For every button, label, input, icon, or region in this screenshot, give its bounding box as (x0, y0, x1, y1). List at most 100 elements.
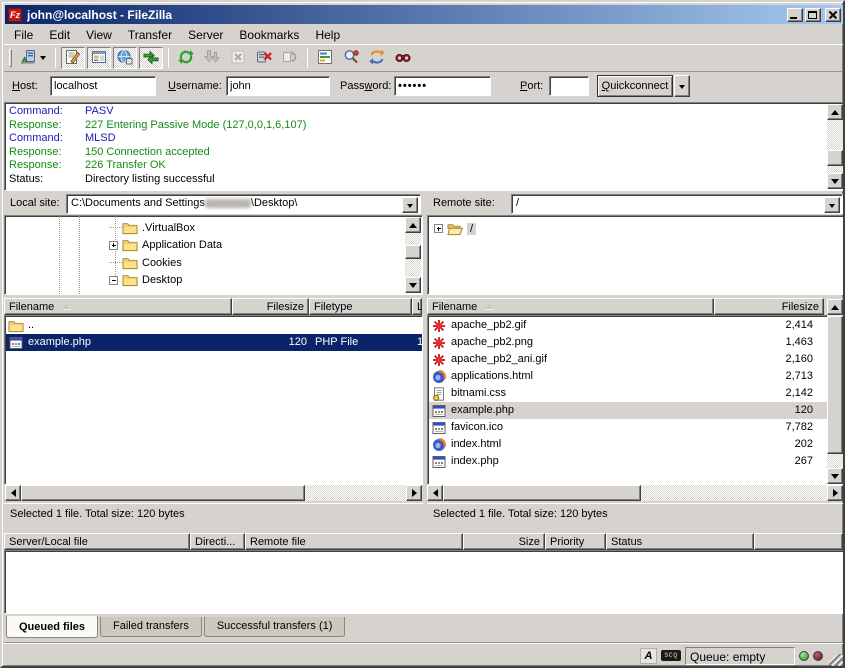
close-button[interactable] (825, 8, 841, 22)
menu-view[interactable]: View (78, 26, 120, 44)
column-header-priority[interactable]: Priority (545, 533, 606, 550)
file-size-cell: 267 (716, 453, 813, 470)
transfer-type-indicator-icon[interactable]: A (640, 648, 657, 664)
title-bar[interactable]: Fz john@localhost - FileZilla (5, 5, 844, 24)
remote-file-row[interactable]: apache_pb2_ani.gif2,160 (429, 351, 828, 368)
remote-list-header: FilenameFilesize (427, 298, 845, 315)
remote-list-scrollbar[interactable] (827, 299, 843, 484)
resize-grip[interactable] (829, 654, 843, 668)
remote-list-h-scroll-right-button[interactable] (827, 485, 843, 501)
remote-list-scroll-down-button[interactable] (827, 468, 843, 484)
tab-successful-transfers-1-[interactable]: Successful transfers (1) (204, 617, 346, 637)
log-scroll-thumb[interactable] (827, 150, 843, 166)
directory-listing-filters-button[interactable] (313, 47, 337, 69)
local-tree-scroll-up-button[interactable] (405, 217, 421, 233)
tree-expander-plus-icon[interactable] (109, 241, 118, 250)
remote-list-h-scroll-thumb[interactable] (443, 485, 641, 501)
tree-expander-minus-icon[interactable] (109, 276, 118, 285)
find-files-button[interactable] (391, 47, 415, 69)
column-header-server-local-file[interactable]: Server/Local file (4, 533, 190, 550)
port-input[interactable] (549, 76, 589, 96)
remote-file-row[interactable]: apache_pb2.gif2,414 (429, 317, 828, 334)
local-list-h-scrollbar[interactable] (5, 485, 422, 501)
process-queue-button[interactable] (200, 47, 224, 69)
dropdown-arrow-icon[interactable] (40, 56, 46, 63)
menu-edit[interactable]: Edit (41, 26, 78, 44)
local-tree-scrollbar[interactable] (405, 217, 421, 293)
remote-site-dropdown-icon[interactable] (824, 197, 840, 213)
menu-help[interactable]: Help (307, 26, 348, 44)
log-scrollbar[interactable] (827, 104, 843, 189)
remote-list-scroll-thumb[interactable] (827, 316, 843, 454)
local-file-row[interactable]: .. (6, 317, 423, 334)
column-header-directi-[interactable]: Directi... (190, 533, 245, 550)
remote-file-row[interactable]: index.php267 (429, 453, 828, 470)
menu-transfer[interactable]: Transfer (120, 26, 180, 44)
remote-list-scroll-up-button[interactable] (827, 299, 843, 315)
file-type-cell (315, 317, 413, 334)
refresh-button[interactable] (174, 47, 198, 69)
menu-server[interactable]: Server (180, 26, 231, 44)
log-scroll-down-button[interactable] (827, 173, 843, 189)
local-site-dropdown-icon[interactable] (402, 197, 418, 213)
log-scroll-up-button[interactable] (827, 104, 843, 120)
tree-connector (109, 262, 122, 263)
local-tree-scroll-down-button[interactable] (405, 277, 421, 293)
local-tree-scroll-thumb[interactable] (405, 245, 421, 259)
site-manager-button[interactable] (16, 47, 50, 69)
remote-file-row[interactable]: apache_pb2.png1,463 (429, 334, 828, 351)
column-header-size[interactable]: Size (463, 533, 545, 550)
file-name-cell: applications.html (431, 368, 714, 385)
cancel-operation-button[interactable] (226, 47, 250, 69)
remote-file-row[interactable]: example.php120 (429, 402, 828, 419)
local-site-combo[interactable]: C:\Documents and Settings\Desktop\ (66, 194, 421, 214)
column-header-remote-file[interactable]: Remote file (245, 533, 463, 550)
toggle-message-log-button[interactable] (61, 47, 85, 69)
remote-site-combo[interactable]: / (511, 194, 843, 214)
column-header-filesize[interactable]: Filesize (714, 298, 824, 315)
tab-failed-transfers[interactable]: Failed transfers (100, 617, 202, 637)
remote-file-row[interactable]: bitnami.css2,142 (429, 385, 828, 402)
menu-bookmarks[interactable]: Bookmarks (231, 26, 307, 44)
local-list-h-scroll-right-button[interactable] (406, 485, 422, 501)
disconnect-button[interactable] (252, 47, 276, 69)
local-tree-item[interactable]: Desktop (109, 272, 182, 289)
toggle-local-tree-button[interactable] (87, 47, 111, 69)
remote-tree-root-item[interactable]: / (434, 220, 476, 237)
local-list-h-scroll-thumb[interactable] (21, 485, 305, 501)
minimize-button[interactable] (787, 8, 803, 22)
toggle-transfer-queue-button[interactable] (139, 47, 163, 69)
column-header-filename[interactable]: Filename (4, 298, 232, 315)
username-input[interactable] (226, 76, 330, 96)
local-tree-item[interactable]: Application Data (109, 237, 222, 254)
column-header-l[interactable]: L (412, 298, 422, 315)
column-header-filesize[interactable]: Filesize (232, 298, 309, 315)
remote-file-row[interactable]: applications.html2,713 (429, 368, 828, 385)
quickconnect-button[interactable]: Quickconnect (597, 75, 673, 97)
toolbar-grip[interactable] (9, 49, 12, 67)
local-file-row[interactable]: example.php120PHP File1 (6, 334, 423, 351)
maximize-button[interactable] (805, 8, 821, 22)
directory-comparison-button[interactable] (339, 47, 363, 69)
reconnect-button[interactable] (278, 47, 302, 69)
synchronized-browsing-button[interactable] (365, 47, 389, 69)
speed-limits-icon[interactable]: SCQ (661, 650, 681, 661)
remote-list-h-scroll-left-button[interactable] (427, 485, 443, 501)
local-tree-item[interactable]: Cookies (109, 254, 182, 271)
password-input[interactable] (394, 76, 491, 96)
column-header-filetype[interactable]: Filetype (309, 298, 412, 315)
toggle-remote-tree-button[interactable] (113, 47, 137, 69)
remote-file-row[interactable]: index.html202 (429, 436, 828, 453)
column-header-filename[interactable]: Filename (427, 298, 714, 315)
local-tree-item[interactable]: .VirtualBox (109, 219, 195, 236)
quickconnect-dropdown-button[interactable] (674, 75, 690, 97)
menu-file[interactable]: File (6, 26, 41, 44)
remote-list-h-scrollbar[interactable] (427, 485, 843, 501)
host-input[interactable] (50, 76, 156, 96)
tab-queued-files[interactable]: Queued files (6, 616, 98, 638)
remote-file-row[interactable]: favicon.ico7,782 (429, 419, 828, 436)
tree-expander-plus-icon[interactable] (434, 224, 443, 233)
local-list-h-scroll-left-button[interactable] (5, 485, 21, 501)
column-header-status[interactable]: Status (606, 533, 754, 550)
file-size-cell: 202 (716, 436, 813, 453)
